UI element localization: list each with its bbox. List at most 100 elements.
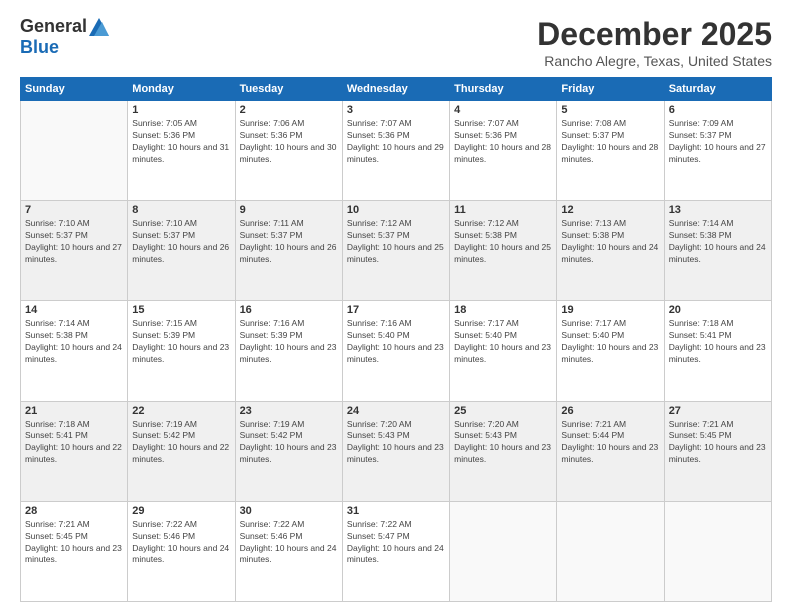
calendar-cell: 24 Sunrise: 7:20 AM Sunset: 5:43 PM Dayli… xyxy=(342,401,449,501)
day-info: Sunrise: 7:07 AM Sunset: 5:36 PM Dayligh… xyxy=(347,118,445,166)
day-number: 17 xyxy=(347,304,445,316)
title-block: December 2025 Rancho Alegre, Texas, Unit… xyxy=(537,16,772,69)
day-info: Sunrise: 7:12 AM Sunset: 5:37 PM Dayligh… xyxy=(347,218,445,266)
day-info: Sunrise: 7:22 AM Sunset: 5:46 PM Dayligh… xyxy=(240,519,338,567)
calendar-cell: 23Sunrise: 7:19 AM Sunset: 5:42 PM Dayli… xyxy=(235,401,342,501)
day-number: 16 xyxy=(240,304,338,316)
day-number: 28 xyxy=(25,505,123,517)
day-info: Sunrise: 7:19 AM Sunset: 5:42 PM Dayligh… xyxy=(132,419,230,467)
calendar-cell: 27Sunrise: 7:21 AM Sunset: 5:45 PM Dayli… xyxy=(664,401,771,501)
day-number: 26 xyxy=(561,405,659,417)
calendar-week-row: 14 Sunrise: 7:14 AM Sunset: 5:38 PM Dayli… xyxy=(21,301,772,401)
weekday-header-thursday: Thursday xyxy=(450,78,557,101)
day-number: 7 xyxy=(25,204,123,216)
calendar-cell xyxy=(450,501,557,601)
calendar-cell: 3 Sunrise: 7:07 AM Sunset: 5:36 PM Daylig… xyxy=(342,101,449,201)
day-info: Sunrise: 7:16 AM Sunset: 5:40 PM Dayligh… xyxy=(347,318,445,366)
day-number: 4 xyxy=(454,104,552,116)
day-info: Sunrise: 7:16 AM Sunset: 5:39 PM Dayligh… xyxy=(240,318,338,366)
calendar-cell: 14 Sunrise: 7:14 AM Sunset: 5:38 PM Dayli… xyxy=(21,301,128,401)
calendar-week-row: 7 Sunrise: 7:10 AM Sunset: 5:37 PM Daylig… xyxy=(21,201,772,301)
calendar-cell: 6 Sunrise: 7:09 AM Sunset: 5:37 PM Daylig… xyxy=(664,101,771,201)
calendar-cell: 9 Sunrise: 7:11 AM Sunset: 5:37 PM Daylig… xyxy=(235,201,342,301)
day-number: 13 xyxy=(669,204,767,216)
day-info: Sunrise: 7:22 AM Sunset: 5:46 PM Dayligh… xyxy=(132,519,230,567)
month-title: December 2025 xyxy=(537,16,772,53)
calendar-cell: 11 Sunrise: 7:12 AM Sunset: 5:38 PM Dayli… xyxy=(450,201,557,301)
weekday-header-wednesday: Wednesday xyxy=(342,78,449,101)
day-number: 31 xyxy=(347,505,445,517)
calendar-cell: 19Sunrise: 7:17 AM Sunset: 5:40 PM Dayli… xyxy=(557,301,664,401)
day-info: Sunrise: 7:12 AM Sunset: 5:38 PM Dayligh… xyxy=(454,218,552,266)
calendar-cell: 10 Sunrise: 7:12 AM Sunset: 5:37 PM Dayli… xyxy=(342,201,449,301)
day-number: 18 xyxy=(454,304,552,316)
day-number: 25 xyxy=(454,405,552,417)
day-info: Sunrise: 7:07 AM Sunset: 5:36 PM Dayligh… xyxy=(454,118,552,166)
day-number: 22 xyxy=(132,405,230,417)
weekday-header-monday: Monday xyxy=(128,78,235,101)
day-number: 30 xyxy=(240,505,338,517)
weekday-header-saturday: Saturday xyxy=(664,78,771,101)
day-number: 27 xyxy=(669,405,767,417)
day-info: Sunrise: 7:08 AM Sunset: 5:37 PM Dayligh… xyxy=(561,118,659,166)
day-info: Sunrise: 7:11 AM Sunset: 5:37 PM Dayligh… xyxy=(240,218,338,266)
day-info: Sunrise: 7:14 AM Sunset: 5:38 PM Dayligh… xyxy=(25,318,123,366)
day-info: Sunrise: 7:17 AM Sunset: 5:40 PM Dayligh… xyxy=(454,318,552,366)
day-number: 1 xyxy=(132,104,230,116)
day-info: Sunrise: 7:13 AM Sunset: 5:38 PM Dayligh… xyxy=(561,218,659,266)
calendar-cell: 17 Sunrise: 7:16 AM Sunset: 5:40 PM Dayli… xyxy=(342,301,449,401)
day-info: Sunrise: 7:05 AM Sunset: 5:36 PM Dayligh… xyxy=(132,118,230,166)
calendar-cell: 22 Sunrise: 7:19 AM Sunset: 5:42 PM Dayli… xyxy=(128,401,235,501)
weekday-header-sunday: Sunday xyxy=(21,78,128,101)
calendar-cell xyxy=(21,101,128,201)
logo-blue-text: Blue xyxy=(20,37,59,58)
calendar-cell: 7 Sunrise: 7:10 AM Sunset: 5:37 PM Daylig… xyxy=(21,201,128,301)
day-number: 11 xyxy=(454,204,552,216)
calendar-cell xyxy=(664,501,771,601)
logo-general-text: General xyxy=(20,16,87,37)
calendar-cell: 28Sunrise: 7:21 AM Sunset: 5:45 PM Dayli… xyxy=(21,501,128,601)
day-number: 12 xyxy=(561,204,659,216)
calendar-cell: 5 Sunrise: 7:08 AM Sunset: 5:37 PM Daylig… xyxy=(557,101,664,201)
day-number: 5 xyxy=(561,104,659,116)
calendar-table: SundayMondayTuesdayWednesdayThursdayFrid… xyxy=(20,77,772,602)
day-number: 10 xyxy=(347,204,445,216)
day-number: 15 xyxy=(132,304,230,316)
day-info: Sunrise: 7:21 AM Sunset: 5:44 PM Dayligh… xyxy=(561,419,659,467)
calendar-week-row: 28Sunrise: 7:21 AM Sunset: 5:45 PM Dayli… xyxy=(21,501,772,601)
calendar-cell: 21Sunrise: 7:18 AM Sunset: 5:41 PM Dayli… xyxy=(21,401,128,501)
day-info: Sunrise: 7:20 AM Sunset: 5:43 PM Dayligh… xyxy=(347,419,445,467)
day-number: 14 xyxy=(25,304,123,316)
day-info: Sunrise: 7:19 AM Sunset: 5:42 PM Dayligh… xyxy=(240,419,338,467)
header: General Blue December 2025 Rancho Alegre… xyxy=(20,16,772,69)
weekday-header-friday: Friday xyxy=(557,78,664,101)
day-number: 9 xyxy=(240,204,338,216)
calendar-week-row: 1 Sunrise: 7:05 AM Sunset: 5:36 PM Daylig… xyxy=(21,101,772,201)
day-number: 29 xyxy=(132,505,230,517)
calendar-week-row: 21Sunrise: 7:18 AM Sunset: 5:41 PM Dayli… xyxy=(21,401,772,501)
day-number: 3 xyxy=(347,104,445,116)
day-info: Sunrise: 7:09 AM Sunset: 5:37 PM Dayligh… xyxy=(669,118,767,166)
page: General Blue December 2025 Rancho Alegre… xyxy=(0,0,792,612)
day-number: 20 xyxy=(669,304,767,316)
day-info: Sunrise: 7:06 AM Sunset: 5:36 PM Dayligh… xyxy=(240,118,338,166)
day-info: Sunrise: 7:10 AM Sunset: 5:37 PM Dayligh… xyxy=(132,218,230,266)
calendar-cell: 18 Sunrise: 7:17 AM Sunset: 5:40 PM Dayli… xyxy=(450,301,557,401)
calendar-cell: 2 Sunrise: 7:06 AM Sunset: 5:36 PM Daylig… xyxy=(235,101,342,201)
day-number: 6 xyxy=(669,104,767,116)
calendar-cell: 13Sunrise: 7:14 AM Sunset: 5:38 PM Dayli… xyxy=(664,201,771,301)
day-number: 2 xyxy=(240,104,338,116)
day-info: Sunrise: 7:10 AM Sunset: 5:37 PM Dayligh… xyxy=(25,218,123,266)
weekday-header-tuesday: Tuesday xyxy=(235,78,342,101)
day-info: Sunrise: 7:18 AM Sunset: 5:41 PM Dayligh… xyxy=(669,318,767,366)
day-number: 24 xyxy=(347,405,445,417)
logo-icon xyxy=(89,18,109,36)
day-number: 19 xyxy=(561,304,659,316)
calendar-cell: 26 Sunrise: 7:21 AM Sunset: 5:44 PM Dayli… xyxy=(557,401,664,501)
calendar-cell: 4 Sunrise: 7:07 AM Sunset: 5:36 PM Daylig… xyxy=(450,101,557,201)
location-title: Rancho Alegre, Texas, United States xyxy=(537,53,772,69)
day-number: 8 xyxy=(132,204,230,216)
logo: General Blue xyxy=(20,16,109,58)
calendar-cell: 8 Sunrise: 7:10 AM Sunset: 5:37 PM Daylig… xyxy=(128,201,235,301)
calendar-cell: 12 Sunrise: 7:13 AM Sunset: 5:38 PM Dayli… xyxy=(557,201,664,301)
